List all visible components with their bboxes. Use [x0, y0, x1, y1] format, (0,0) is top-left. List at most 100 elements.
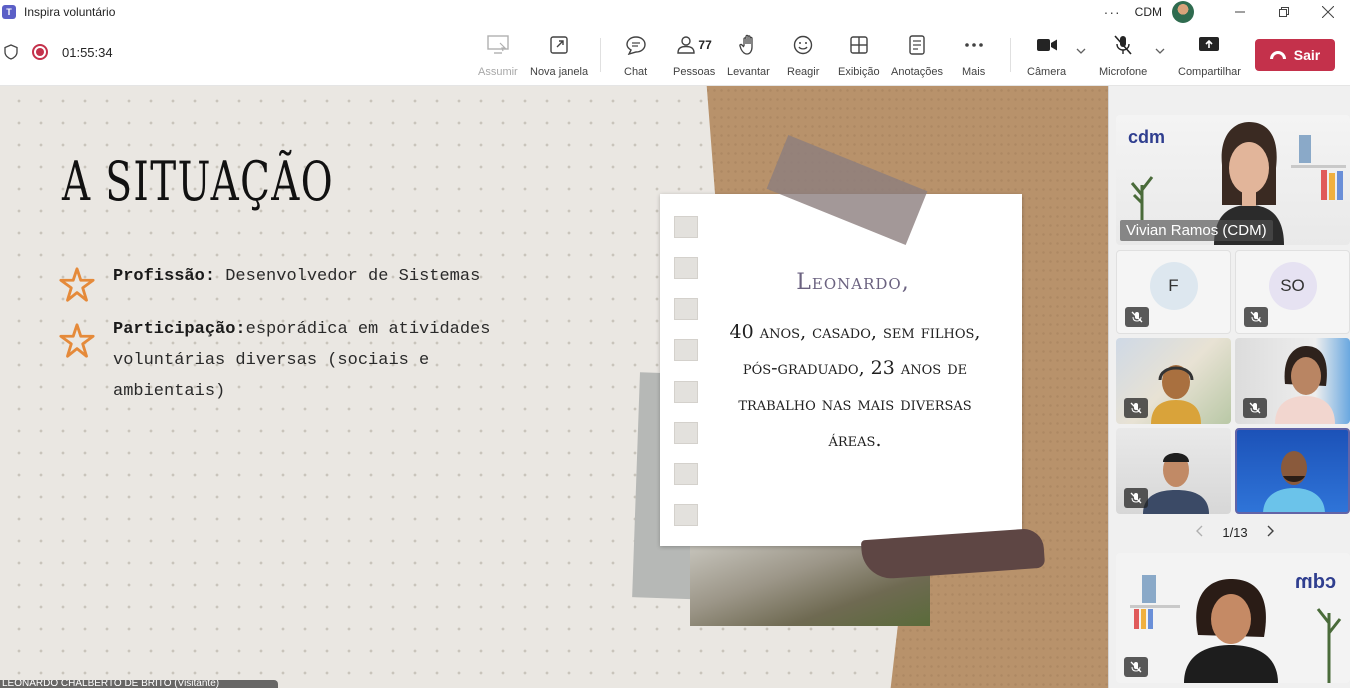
participant-avatar: F	[1149, 262, 1198, 310]
anotacoes-button[interactable]: Anotações	[891, 34, 943, 78]
people-count: 77	[698, 38, 712, 52]
minimize-icon	[1235, 11, 1245, 13]
minimize-button[interactable]	[1218, 0, 1262, 24]
notes-icon	[908, 34, 926, 56]
muted-mic-icon	[1124, 398, 1148, 418]
user-avatar[interactable]	[1172, 1, 1194, 23]
mic-options-chevron-icon[interactable]	[1155, 46, 1165, 57]
chat-icon	[625, 34, 647, 56]
shelf-decoration	[1291, 135, 1346, 200]
restore-button[interactable]	[1262, 0, 1306, 24]
bullet-text: Desenvolvedor de Sistemas	[215, 267, 481, 286]
assumir-label: Assumir	[478, 66, 518, 78]
leave-button[interactable]: Sair	[1255, 39, 1335, 71]
camera-options-chevron-icon[interactable]	[1076, 46, 1086, 57]
camera-button[interactable]: Câmera	[1027, 34, 1066, 78]
toolbar-separator	[600, 38, 601, 72]
more-options-icon[interactable]: ···	[1104, 4, 1121, 20]
exibicao-button[interactable]: Exibição	[838, 34, 880, 78]
nova-janela-label: Nova janela	[530, 66, 589, 78]
compartilhar-button[interactable]: Compartilhar	[1178, 34, 1241, 78]
notebook-holes	[674, 216, 700, 526]
participant-tile[interactable]: SO	[1235, 250, 1350, 334]
meeting-status: 01:55:34	[4, 44, 113, 60]
muted-mic-icon	[1243, 398, 1267, 418]
levantar-label: Levantar	[727, 66, 770, 78]
shared-content-stage[interactable]: Leonardo, 40 anos, casado, sem filhos, p…	[0, 86, 1108, 688]
cdm-logo: cdm	[1128, 127, 1166, 147]
close-button[interactable]	[1306, 0, 1350, 24]
restore-icon	[1279, 7, 1289, 17]
reagir-label: Reagir	[787, 66, 820, 78]
next-page-chevron-icon[interactable]	[1267, 524, 1275, 540]
assumir-button[interactable]: Assumir	[478, 34, 518, 78]
shelf-decoration	[1130, 575, 1180, 629]
participant-video-tile[interactable]	[1116, 428, 1231, 514]
nova-janela-button[interactable]: Nova janela	[530, 34, 588, 78]
previous-page-chevron-icon[interactable]	[1195, 524, 1203, 540]
mic-off-icon	[1113, 34, 1133, 56]
share-screen-icon	[1198, 34, 1220, 56]
star-bullet-icon	[59, 323, 95, 358]
people-icon	[677, 36, 696, 54]
hang-up-icon	[1269, 51, 1286, 59]
pessoas-label: Pessoas	[673, 66, 716, 78]
leave-label: Sair	[1293, 47, 1321, 63]
cdm-logo-mirrored: cdm	[1294, 571, 1336, 593]
participant-video-tile[interactable]	[1116, 338, 1231, 424]
exibicao-label: Exibição	[838, 66, 880, 78]
titlebar-controls: ··· CDM	[1104, 0, 1350, 24]
teams-logo-icon: T	[2, 5, 16, 19]
participant-avatar: SO	[1268, 262, 1317, 310]
active-speaker-video-tile[interactable]	[1235, 428, 1350, 514]
star-bullet-icon	[59, 267, 95, 302]
muted-mic-icon	[1244, 307, 1268, 327]
bullet-label: Profissão:	[113, 267, 216, 286]
participant-video	[1151, 365, 1201, 424]
participant-video	[1263, 451, 1325, 512]
smiley-icon	[793, 34, 813, 56]
presenter-name-label: LEONARDO CHALBERTO DE BRITO (Visitante)	[0, 680, 278, 688]
mais-label: Mais	[962, 66, 986, 78]
close-icon	[1322, 6, 1334, 18]
chat-label: Chat	[624, 66, 648, 78]
chat-button[interactable]: Chat	[624, 34, 647, 78]
more-icon	[964, 34, 984, 56]
shield-icon[interactable]	[4, 44, 18, 60]
bullet-profissao: Profissão: Desenvolvedor de Sistemas	[113, 261, 543, 292]
meeting-timer: 01:55:34	[62, 44, 113, 60]
bullet-label: Participação:	[113, 320, 246, 339]
people-icon-group: 77	[676, 34, 712, 56]
participant-video-tile[interactable]	[1235, 338, 1350, 424]
participant-name-label: Vivian Ramos (CDM)	[1120, 220, 1273, 241]
levantar-button[interactable]: Levantar	[727, 34, 770, 78]
grid-view-icon	[849, 34, 869, 56]
muted-mic-icon	[1124, 657, 1148, 677]
reagir-button[interactable]: Reagir	[787, 34, 819, 78]
mais-button[interactable]: Mais	[962, 34, 985, 78]
microfone-button[interactable]: Microfone	[1099, 34, 1147, 78]
presenter-name: LEONARDO CHALBERTO DE BRITO (Visitante)	[2, 680, 220, 688]
participant-video	[1275, 346, 1335, 424]
participant-tile[interactable]: F	[1116, 250, 1231, 334]
window-titlebar: T Inspira voluntário ··· CDM	[0, 0, 1350, 24]
camera-label: Câmera	[1027, 66, 1067, 78]
participant-video	[1184, 579, 1278, 683]
note-body: 40 anos, casado, sem filhos, pós-graduad…	[729, 321, 981, 451]
note-name: Leonardo,	[796, 270, 910, 295]
slide-title: A SITUAÇÃO	[62, 150, 335, 213]
muted-mic-icon	[1124, 488, 1148, 508]
compartilhar-label: Compartilhar	[1178, 66, 1241, 78]
recording-icon	[32, 44, 48, 60]
pop-out-icon	[549, 34, 569, 56]
participant-video	[1143, 453, 1209, 514]
muted-mic-icon	[1125, 307, 1149, 327]
org-name: CDM	[1134, 5, 1162, 19]
anotacoes-label: Anotações	[891, 66, 943, 78]
plant-decoration	[1130, 176, 1154, 220]
pessoas-button[interactable]: 77 Pessoas	[673, 34, 715, 78]
microfone-label: Microfone	[1099, 66, 1148, 78]
raise-hand-icon	[738, 34, 758, 56]
self-video-tile[interactable]: cdm	[1116, 553, 1350, 683]
featured-video-tile[interactable]: cdm Vivian Ramos (CDM)	[1116, 115, 1350, 245]
